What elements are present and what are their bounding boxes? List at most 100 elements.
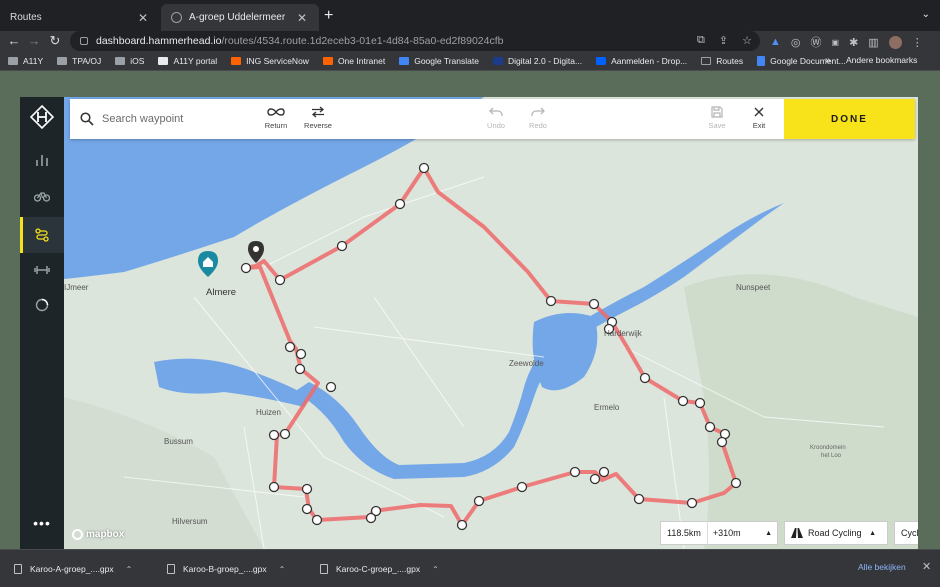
tab-a-groep[interactable]: A-groep Uddelermeer ✕ [161,4,319,31]
hammerhead-favicon-icon [171,12,182,23]
bookmark-label: Google Document... [770,55,846,66]
exit-button[interactable]: Exit [739,105,779,135]
tab-close-icon[interactable]: ✕ [136,11,150,25]
progress-ring-icon [35,298,49,312]
caret-up-icon: ▲ [869,529,876,537]
chevron-up-icon[interactable]: ⌃ [432,565,439,574]
extension-glasses-icon[interactable]: ◎ [791,36,801,49]
download-item[interactable]: Karoo-B-groep_....gpx ⌃ [167,559,285,579]
page-viewport: ••• Almere IJmeer Zeewolde Harderwijk Nu… [0,71,940,549]
browser-menu-icon[interactable]: ⋮ [912,36,923,49]
waypoint-search-input[interactable] [102,109,252,129]
digital-icon [492,56,503,65]
show-all-downloads-link[interactable]: Alle bekijken [858,562,906,572]
redo-button[interactable]: Redo [518,105,558,135]
globe-icon [158,56,169,65]
open-in-app-icon[interactable]: ⧉ [697,34,705,47]
chevron-up-icon[interactable]: ⌃ [126,565,133,574]
bookmark-label: TPA/OJ [72,55,102,66]
sidebar-item-stats[interactable] [20,142,64,178]
lock-icon [80,37,88,45]
file-icon [14,564,22,574]
download-item[interactable]: Karoo-A-groep_....gpx ⌃ [14,559,132,579]
bookmark-docs[interactable]: Google Document... [757,55,846,66]
translate-icon [399,56,410,65]
route-stats[interactable]: 118.5km +310m ▲ [660,521,778,545]
map-label-almere: Almere [206,287,237,298]
close-icon[interactable]: ✕ [922,560,931,573]
bookmark-label: One Intranet [337,55,386,66]
dropbox-icon [596,56,607,65]
sidebar-item-progress[interactable] [20,287,64,323]
forward-arrow-icon[interactable]: → [24,31,44,51]
bookmark-translate[interactable]: Google Translate [399,56,479,66]
tab-routes[interactable]: Routes ✕ [0,4,160,31]
save-button[interactable]: Save [697,105,737,135]
share-icon[interactable]: ⇪ [719,34,728,47]
back-arrow-icon[interactable]: ← [4,31,24,51]
route-toolbar: Return Reverse Undo Redo Save [70,99,915,139]
bookmark-star-icon[interactable]: ☆ [742,34,752,47]
extensions-puzzle-icon[interactable]: ✱ [849,36,858,49]
tab-title: A-groep Uddelermeer [189,12,286,23]
map-label-bussum: Bussum [164,437,193,446]
new-tab-icon[interactable]: + [324,7,333,25]
bookmark-label: iOS [130,55,145,66]
sidebar-item-workouts[interactable] [20,252,64,288]
bookmark-intranet[interactable]: One Intranet [322,55,386,66]
chevron-up-icon[interactable]: ⌃ [279,565,286,574]
bookmark-digital[interactable]: Digital 2.0 - Digita... [492,56,582,66]
reverse-button[interactable]: Reverse [298,105,338,135]
address-bar[interactable]: dashboard.hammerhead.io/routes/4534.rout… [70,31,760,51]
bookmark-label: Aanmelden - Drop... [611,55,688,66]
redo-label: Redo [529,121,547,130]
undo-button[interactable]: Undo [476,105,516,135]
hammerhead-icon [701,56,712,65]
mapbox-text: mapbox [86,529,125,540]
bookmark-ios[interactable]: iOS [115,56,144,66]
bookmark-dropbox[interactable]: Aanmelden - Drop... [596,56,687,66]
app-sidebar: ••• [20,97,64,549]
tab-close-icon[interactable]: ✕ [295,11,309,25]
bookmark-tpa[interactable]: TPA/OJ [57,56,101,66]
route-distance: 118.5km [661,521,708,545]
save-label: Save [708,121,726,130]
reload-icon[interactable]: ↻ [45,31,65,51]
hammerhead-logo-icon[interactable] [30,105,54,129]
download-filename: Karoo-A-groep_....gpx [30,564,114,574]
mapbox-logo[interactable]: mapbox [72,529,124,540]
close-icon [754,107,764,117]
mapbox-logo-icon [72,529,83,540]
bookmark-ing[interactable]: ING ServiceNow [231,56,309,66]
surface-select[interactable]: Road Cycling ▲ [784,521,888,545]
docs-icon [757,55,766,66]
bookmarks-more-icon[interactable]: » [825,55,831,66]
bookmark-a11y-portal[interactable]: A11Y portal [158,56,217,66]
sidebar-item-rides[interactable] [20,178,64,214]
bookmarks-bar: A11Y TPA/OJ iOS A11Y portal ING ServiceN… [0,51,940,71]
road-icon [791,528,803,538]
bookmark-a11y[interactable]: A11Y [8,56,43,66]
done-button[interactable]: DONE [784,99,915,139]
tab-title: Routes [10,12,42,23]
route-editor: ••• Almere IJmeer Zeewolde Harderwijk Nu… [20,97,918,549]
activity-value: Cycling [901,528,918,538]
activity-select[interactable]: Cycling ▲ [894,521,918,545]
extension-triangle-icon[interactable]: ▲ [770,36,781,48]
download-item[interactable]: Karoo-C-groep_....gpx ⌃ [320,559,439,579]
surface-value: Road Cycling [808,528,862,538]
other-bookmarks[interactable]: Andere bookmarks [846,55,917,65]
sidebar-more-icon[interactable]: ••• [20,515,64,531]
sidepanel-icon[interactable]: ▥ [868,36,878,49]
sidebar-item-routes[interactable] [20,217,64,253]
bookmark-routes[interactable]: Routes [701,56,743,66]
route-map[interactable]: Almere IJmeer Zeewolde Harderwijk Nunspe… [64,97,918,549]
bookmark-label: A11Y [23,55,44,66]
folder-icon [115,56,126,65]
profile-avatar[interactable] [888,35,902,49]
extension-w-icon[interactable]: Ⓦ [811,34,822,50]
return-button[interactable]: Return [256,105,296,135]
search-icon [80,112,94,126]
extension-abc-icon[interactable]: ▣ [832,38,840,47]
tab-search-chevron-icon[interactable]: ⌄ [922,9,930,20]
